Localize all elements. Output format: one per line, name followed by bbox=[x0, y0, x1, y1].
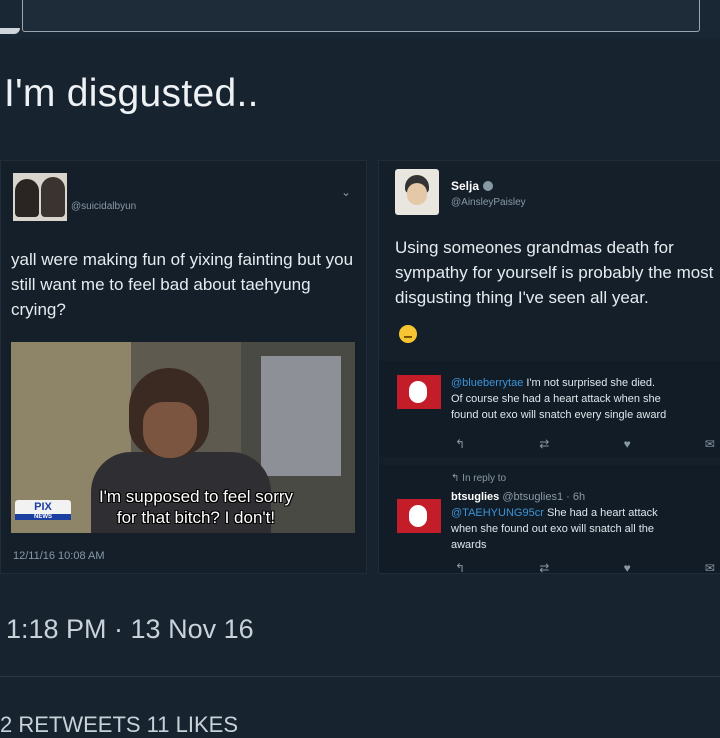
reply-tweet: ↰ In reply to btsuglies @btsuglies1 · 6h… bbox=[379, 465, 720, 575]
mention-link[interactable]: @TAEHYUNG95cr bbox=[451, 507, 544, 519]
top-bar bbox=[0, 0, 720, 38]
dm-icon[interactable]: ✉ bbox=[705, 437, 715, 451]
heart-icon[interactable]: ♥ bbox=[624, 437, 631, 451]
username-handle[interactable]: @AinsleyPaisley bbox=[451, 197, 526, 208]
display-name[interactable]: Selja bbox=[451, 179, 494, 193]
tweet-body: Using someones grandmas death for sympat… bbox=[395, 238, 714, 307]
tweet-text: I'm disgusted.. bbox=[4, 72, 259, 115]
reply-text: @blueberrytae I'm not surprised she died… bbox=[451, 377, 667, 421]
top-left-edge bbox=[0, 28, 20, 34]
username-handle[interactable]: @suicidalbyun bbox=[71, 201, 136, 212]
avatar[interactable] bbox=[397, 499, 441, 533]
tweet-stats[interactable]: 2 RETWEETS 11 LIKES bbox=[0, 712, 238, 738]
avatar[interactable] bbox=[395, 169, 439, 215]
display-name[interactable]: btsuglies bbox=[451, 491, 499, 503]
chevron-down-icon[interactable]: ⌄ bbox=[341, 185, 351, 199]
action-bar: ↰ ⇄ ♥ ✉ bbox=[455, 437, 715, 451]
in-reply-to: ↰ In reply to bbox=[451, 473, 507, 484]
tweet-body: yall were making fun of yixing fainting … bbox=[11, 250, 354, 319]
retweet-icon[interactable]: ⇄ bbox=[539, 437, 549, 451]
embedded-tweet-left: @suicidalbyun ⌄ yall were making fun of … bbox=[0, 160, 367, 574]
heart-icon[interactable]: ♥ bbox=[624, 561, 631, 575]
action-bar: ↰ ⇄ ♥ ✉ bbox=[455, 561, 715, 575]
mention-link[interactable]: @blueberrytae bbox=[451, 377, 523, 389]
video-thumbnail[interactable]: PIX NEWS I'm supposed to feel sorry for … bbox=[11, 342, 355, 533]
verified-icon bbox=[483, 181, 494, 191]
reply-icon[interactable]: ↰ bbox=[455, 561, 465, 575]
video-caption: I'm supposed to feel sorry for that bitc… bbox=[98, 487, 294, 527]
timestamp: 12/11/16 10:08 AM bbox=[13, 550, 105, 562]
reply-text: btsuglies @btsuglies1 · 6h @TAEHYUNG95cr… bbox=[451, 491, 658, 551]
retweet-icon[interactable]: ⇄ bbox=[539, 561, 549, 575]
tweet-timestamp[interactable]: 1:18 PM · 13 Nov 16 bbox=[6, 614, 254, 645]
divider bbox=[0, 676, 720, 677]
dm-icon[interactable]: ✉ bbox=[705, 561, 715, 575]
avatar[interactable] bbox=[13, 173, 67, 221]
avatar[interactable] bbox=[397, 375, 441, 409]
reply-field[interactable] bbox=[22, 0, 700, 32]
reply-icon[interactable]: ↰ bbox=[455, 437, 465, 451]
pix-news-logo: PIX NEWS bbox=[15, 500, 71, 520]
embedded-tweet-right: Selja @AinsleyPaisley Using someones gra… bbox=[378, 160, 720, 575]
unamused-emoji-icon bbox=[399, 325, 417, 343]
reply-tweet: @blueberrytae I'm not surprised she died… bbox=[379, 361, 720, 457]
